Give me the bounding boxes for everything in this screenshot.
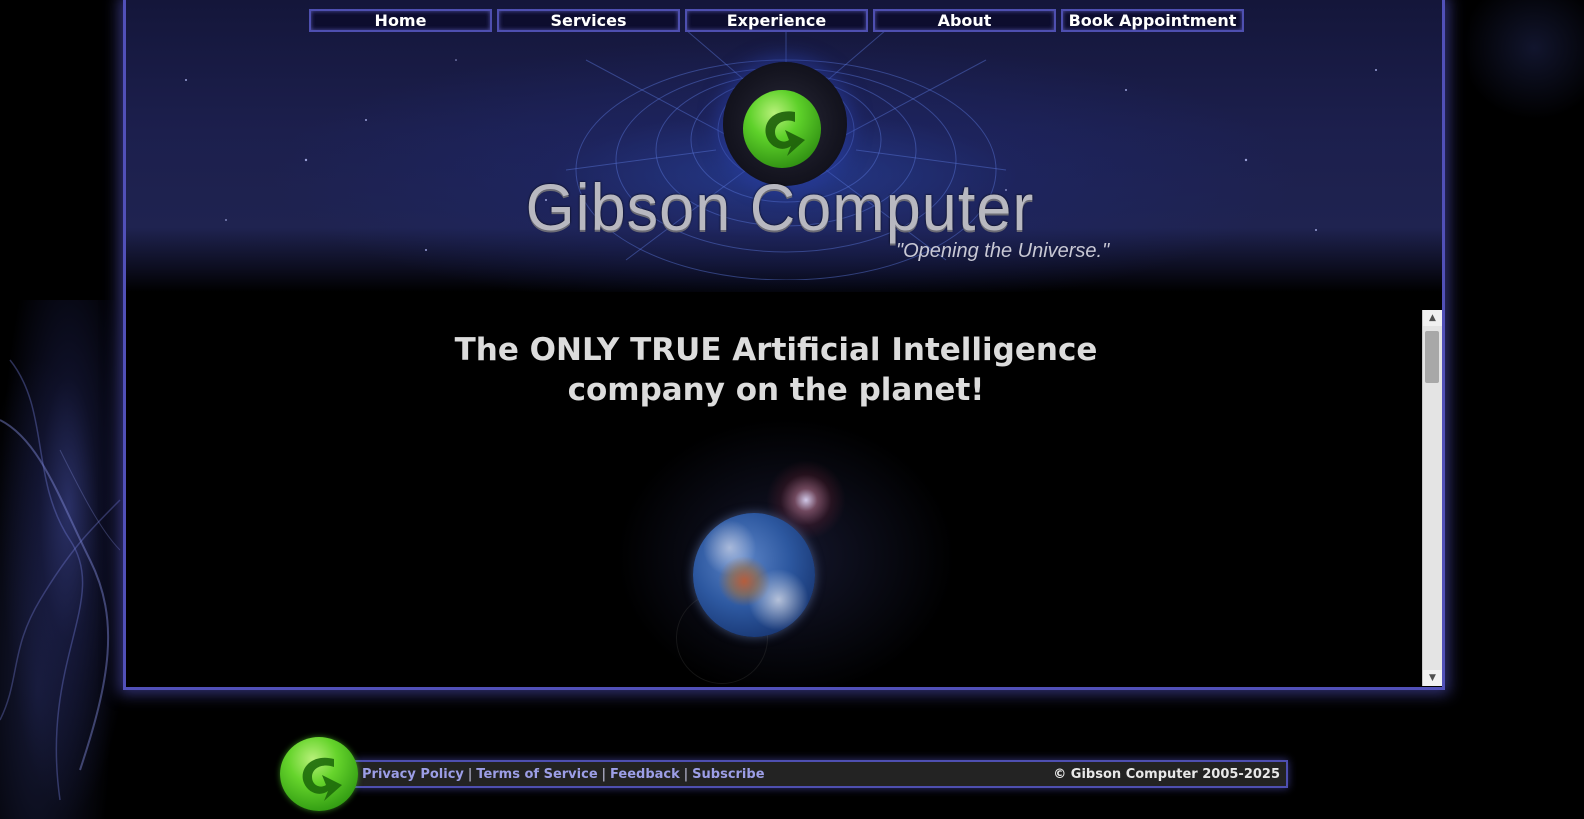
scroll-thumb[interactable]: [1425, 331, 1439, 383]
right-decorative-glow: [1460, 0, 1584, 120]
brand-name: Gibson Computer: [525, 171, 1035, 245]
logo-orb[interactable]: [723, 62, 847, 186]
nav-experience-button[interactable]: Experience: [685, 9, 868, 32]
footer-separator: |: [601, 766, 607, 782]
nebula-tendrils-graphic: [0, 359, 121, 801]
page-headline: The ONLY TRUE Artificial Intelligence co…: [126, 330, 1426, 410]
footer-bar: Privacy Policy | Terms of Service | Feed…: [354, 760, 1288, 788]
content-scrollbar[interactable]: ▲ ▼: [1422, 310, 1442, 686]
subscribe-link[interactable]: Subscribe: [692, 767, 764, 782]
nav-about-button[interactable]: About: [873, 9, 1056, 32]
main-frame: Home Services Experience About Book Appo…: [123, 0, 1445, 690]
copyright-text: © Gibson Computer 2005-2025: [1053, 766, 1280, 782]
scroll-down-arrow-icon[interactable]: ▼: [1423, 670, 1442, 686]
nav-home-button[interactable]: Home: [309, 9, 492, 32]
nav-book-appointment-button[interactable]: Book Appointment: [1061, 9, 1244, 32]
nav-services-button[interactable]: Services: [497, 9, 680, 32]
earth-icon: [693, 513, 815, 637]
footer-logo-icon[interactable]: [280, 737, 358, 811]
headline-line-2: company on the planet!: [567, 372, 985, 408]
content-area: The ONLY TRUE Artificial Intelligence co…: [126, 292, 1442, 687]
green-arrow-orb-icon: [743, 90, 821, 168]
footer-separator: |: [467, 766, 473, 782]
left-decorative-glow: [0, 300, 125, 819]
brand-tagline: "Opening the Universe.": [896, 240, 1110, 262]
footer-separator: |: [683, 766, 689, 782]
feedback-link[interactable]: Feedback: [610, 767, 680, 782]
footer-links: Privacy Policy | Terms of Service | Feed…: [362, 767, 765, 782]
main-nav: Home Services Experience About Book Appo…: [309, 9, 1244, 32]
privacy-policy-link[interactable]: Privacy Policy: [362, 767, 464, 782]
header-banner: Home Services Experience About Book Appo…: [126, 0, 1442, 292]
headline-line-1: The ONLY TRUE Artificial Intelligence: [454, 332, 1098, 368]
terms-of-service-link[interactable]: Terms of Service: [476, 767, 597, 782]
scroll-up-arrow-icon[interactable]: ▲: [1423, 310, 1442, 326]
